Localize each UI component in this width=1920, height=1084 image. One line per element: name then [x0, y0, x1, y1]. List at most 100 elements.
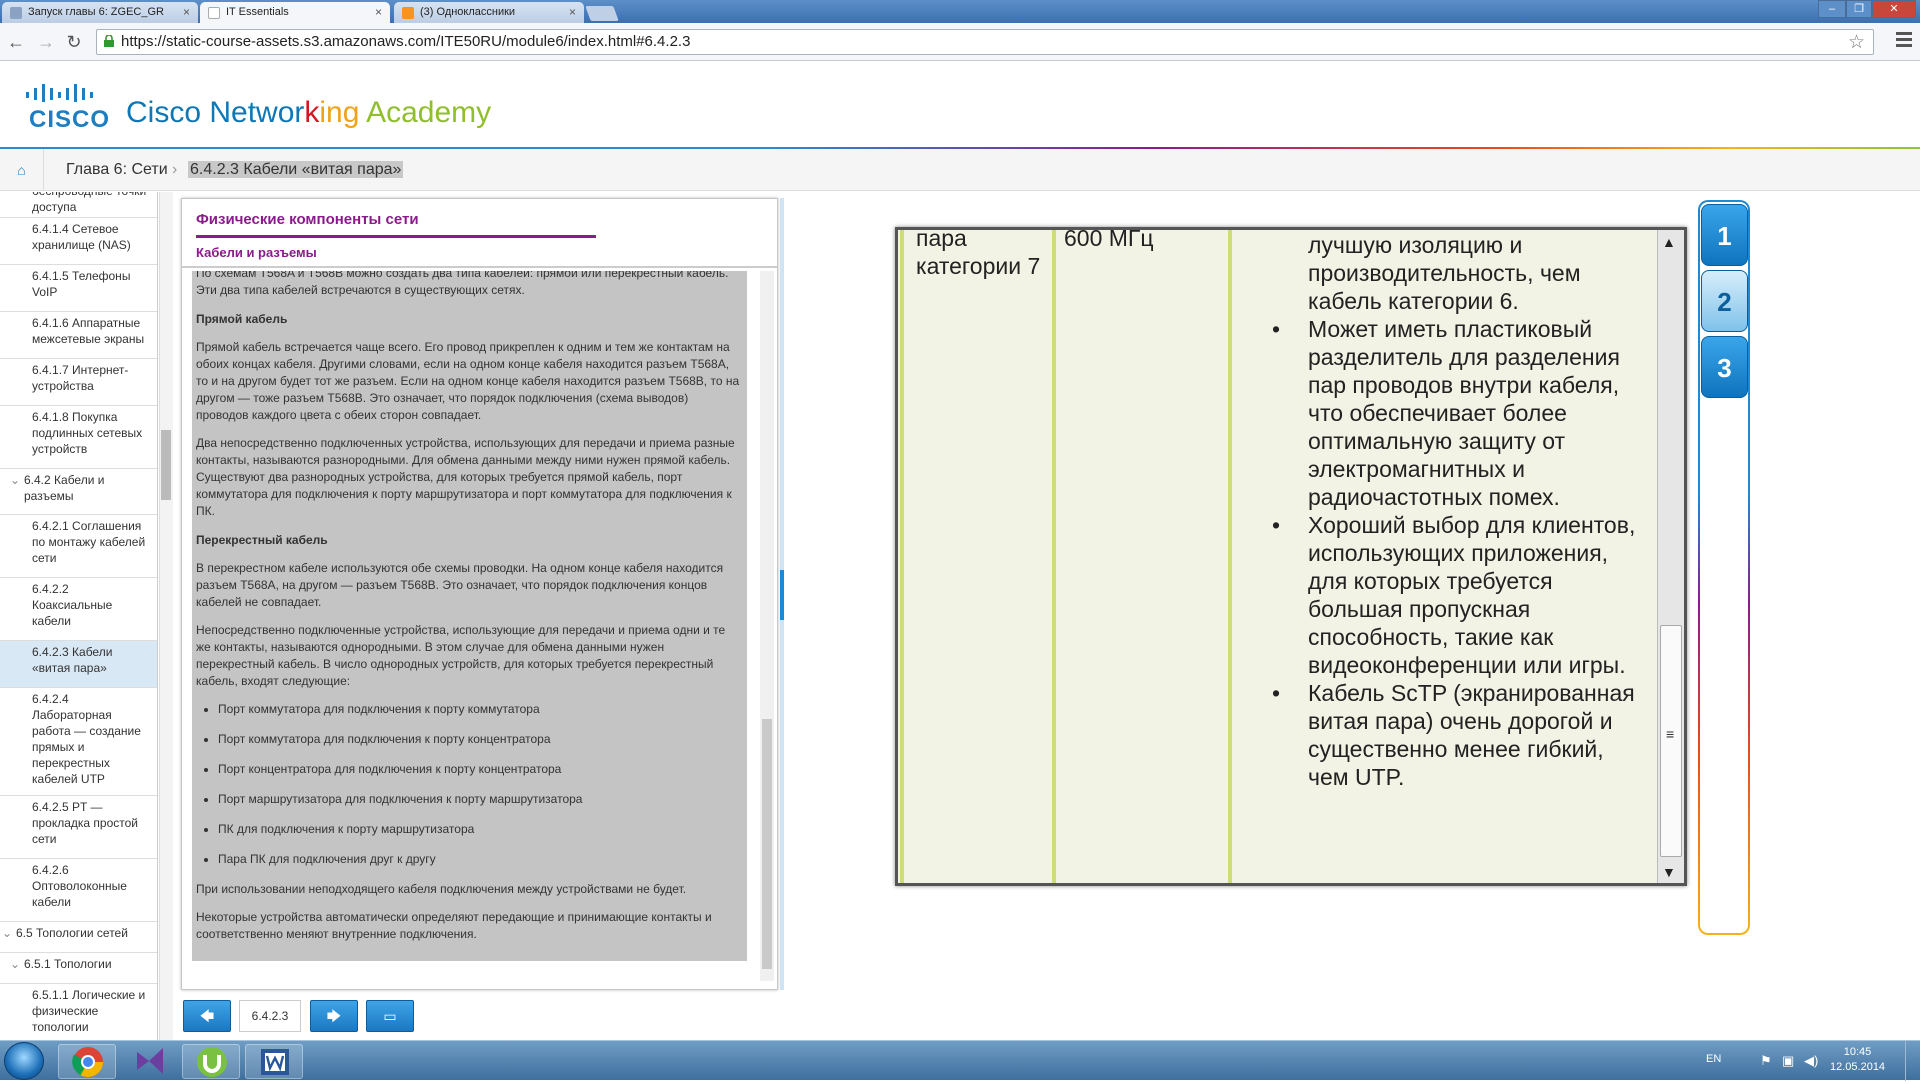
step-tab-1[interactable]: 1 — [1701, 204, 1748, 266]
prev-page-button[interactable]: 🡄 — [183, 1000, 231, 1032]
close-tab-icon[interactable]: × — [375, 5, 382, 19]
chrome-taskbar-button[interactable] — [58, 1044, 116, 1079]
forward-icon[interactable]: → — [36, 32, 56, 52]
home-icon[interactable]: ⌂ — [0, 149, 44, 191]
nav-item[interactable]: беспроводные точки доступа — [0, 192, 157, 218]
nav-item-section[interactable]: ⌄ 6.5.1 Топологии — [0, 953, 157, 984]
list-item: Пара ПК для подключения друг к другу — [218, 851, 743, 868]
bullet: • — [1272, 512, 1281, 538]
reload-icon[interactable]: ↻ — [64, 32, 84, 52]
bullet-text: Может иметь пластиковый разделитель для … — [1308, 316, 1620, 510]
panel-subtitle: Кабели и разъемы — [196, 245, 317, 260]
chevron-down-icon[interactable]: ⌄ — [10, 956, 20, 972]
close-window-icon[interactable]: ✕ — [1872, 0, 1916, 18]
divider — [182, 266, 777, 268]
list-item: Порт концентратора для подключения к пор… — [218, 761, 743, 778]
cell-text: 600 МГц — [1064, 230, 1154, 251]
step-tab-2[interactable]: 2 — [1701, 270, 1748, 332]
next-page-button[interactable]: 🡆 — [310, 1000, 358, 1032]
clock-time: 10:45 — [1843, 1046, 1872, 1058]
nav-item[interactable]: 6.4.1.6 Аппаратные межсетевые экраны — [0, 312, 157, 359]
nav-item[interactable]: 6.4.1.4 Сетевое хранилище (NAS) — [0, 218, 157, 265]
nav-item[interactable]: 6.4.1.5 Телефоны VoIP — [0, 265, 157, 312]
page-favicon-icon — [208, 7, 220, 19]
cell-text: лучшую изоляцию и производительность, че… — [1308, 232, 1581, 314]
nav-item-label: 6.4.2.5 PT — прокладка простой сети — [32, 800, 139, 846]
utorrent-taskbar-button[interactable] — [182, 1044, 240, 1079]
clock[interactable]: 10:45 12.05.2014 — [1830, 1045, 1885, 1075]
tab-title: Запуск главы 6: ZGEC_GR — [28, 6, 164, 18]
nav-item[interactable]: 6.4.2.4 Лабораторная работа — создание п… — [0, 688, 157, 796]
chrome-icon — [72, 1047, 103, 1078]
nav-scrollbar[interactable] — [159, 192, 173, 1040]
lock-icon — [104, 35, 114, 47]
brand-title[interactable]: Cisco Networking Academy — [126, 96, 491, 130]
brand-part: ing — [319, 96, 367, 129]
features-text: лучшую изоляцию и производительность, че… — [1272, 231, 1638, 791]
nav-item-current[interactable]: 6.4.2.3 Кабели «витая пара» — [0, 641, 157, 688]
scroll-up-icon[interactable]: ▲ — [1662, 234, 1676, 250]
nav-item-label: 6.4.2.4 Лабораторная работа — создание п… — [32, 692, 141, 786]
nav-item-label: 6.5 Топологии сетей — [16, 926, 128, 940]
volume-icon[interactable]: ◀) — [1804, 1053, 1818, 1069]
nav-item[interactable]: 6.4.2.2 Коаксиальные кабели — [0, 578, 157, 641]
fullscreen-button[interactable]: ▭ — [366, 1000, 414, 1032]
list-item: • Кабель ScTP (экранированная витая пара)… — [1272, 679, 1638, 791]
paragraph: Некоторые устройства автоматически опред… — [196, 910, 712, 941]
address-bar[interactable]: https://static-course-assets.s3.amazonaw… — [96, 29, 1874, 55]
features-list: • Может иметь пластиковый разделитель для… — [1272, 315, 1638, 791]
clock-date: 12.05.2014 — [1830, 1061, 1886, 1073]
nav-item[interactable]: 6.4.2.6 Оптоволоконные кабели — [0, 859, 157, 922]
breadcrumb-chapter[interactable]: Глава 6: Сети — [66, 161, 168, 179]
network-icon[interactable]: ▣ — [1782, 1053, 1794, 1069]
course-nav: беспроводные точки доступа 6.4.1.4 Сетев… — [0, 192, 158, 1040]
restore-icon[interactable]: ❐ — [1846, 0, 1872, 18]
star-icon[interactable]: ☆ — [1848, 31, 1865, 55]
minimize-icon[interactable]: – — [1818, 0, 1846, 18]
flag-icon[interactable]: ⚑ — [1760, 1053, 1772, 1069]
nav-item-section[interactable]: ⌄ 6.4.2 Кабели и разъемы — [0, 469, 157, 515]
media-scrollbar[interactable]: ▲ ≡ ▼ — [1657, 230, 1684, 883]
close-tab-icon[interactable]: × — [183, 5, 190, 19]
browser-tab-zgec[interactable]: Запуск главы 6: ZGEC_GR × — [2, 2, 198, 23]
nav-item[interactable]: 6.4.1.7 Интернет-устройства — [0, 359, 157, 406]
start-button[interactable] — [4, 1042, 44, 1080]
new-tab-button[interactable] — [585, 6, 619, 21]
media-frame: пара категории 7 600 МГц лучшую изоляцию… — [895, 227, 1687, 886]
panel-resize-handle[interactable] — [780, 570, 784, 620]
cisco-logo-icon — [26, 84, 93, 102]
vs-taskbar-button[interactable] — [121, 1044, 179, 1079]
word-taskbar-button[interactable] — [245, 1044, 303, 1079]
cable-table: пара категории 7 600 МГц лучшую изоляцию… — [898, 230, 1657, 883]
media-scrollbar-thumb[interactable]: ≡ — [1660, 625, 1682, 857]
bullet-text: Хороший выбор для клиентов, использующих… — [1308, 512, 1636, 678]
menu-icon[interactable] — [1896, 32, 1912, 50]
list-item: Порт маршрутизатора для подключения к по… — [218, 791, 743, 808]
table-cell-speed: 600 МГц — [1056, 230, 1232, 883]
back-icon[interactable]: ← — [6, 32, 26, 52]
list-item: • Хороший выбор для клиентов, использующи… — [1272, 511, 1638, 679]
table-cell-type: пара категории 7 — [900, 230, 1056, 883]
nav-item[interactable]: 6.4.1.8 Покупка подлинных сетевых устрой… — [0, 406, 157, 469]
language-indicator[interactable]: EN — [1706, 1053, 1721, 1065]
nav-scrollbar-thumb[interactable] — [161, 430, 171, 500]
step-tab-3[interactable]: 3 — [1701, 336, 1748, 398]
nav-item[interactable]: 6.4.2.5 PT — прокладка простой сети — [0, 796, 157, 859]
text-panel: Физические компоненты сети Кабели и разъ… — [181, 198, 778, 990]
nav-item[interactable]: 6.4.2.1 Соглашения по монтажу кабелей се… — [0, 515, 157, 578]
browser-tab-it-essentials[interactable]: IT Essentials × — [200, 2, 390, 24]
chevron-down-icon[interactable]: ⌄ — [10, 472, 20, 488]
nav-item-section[interactable]: ⌄ 6.5 Топологии сетей — [0, 922, 157, 953]
bullet: • — [1272, 316, 1281, 342]
chevron-down-icon[interactable]: ⌄ — [2, 925, 12, 941]
bullet: • — [1272, 680, 1281, 706]
text-scrollbar-thumb[interactable] — [762, 719, 772, 969]
browser-tab-odnoklassniki[interactable]: (3) Одноклассники × — [394, 2, 584, 23]
nav-item[interactable]: 6.5.1.1 Логические и физические топологи… — [0, 984, 157, 1040]
scroll-down-icon[interactable]: ▼ — [1662, 864, 1676, 880]
section-heading: Перекрестный кабель — [196, 533, 328, 547]
show-desktop-button[interactable] — [1905, 1041, 1920, 1081]
browser-tabstrip: Запуск главы 6: ZGEC_GR × IT Essentials … — [0, 0, 1920, 24]
device-list: Порт коммутатора для подключения к порту… — [218, 701, 743, 868]
close-tab-icon[interactable]: × — [569, 5, 576, 19]
